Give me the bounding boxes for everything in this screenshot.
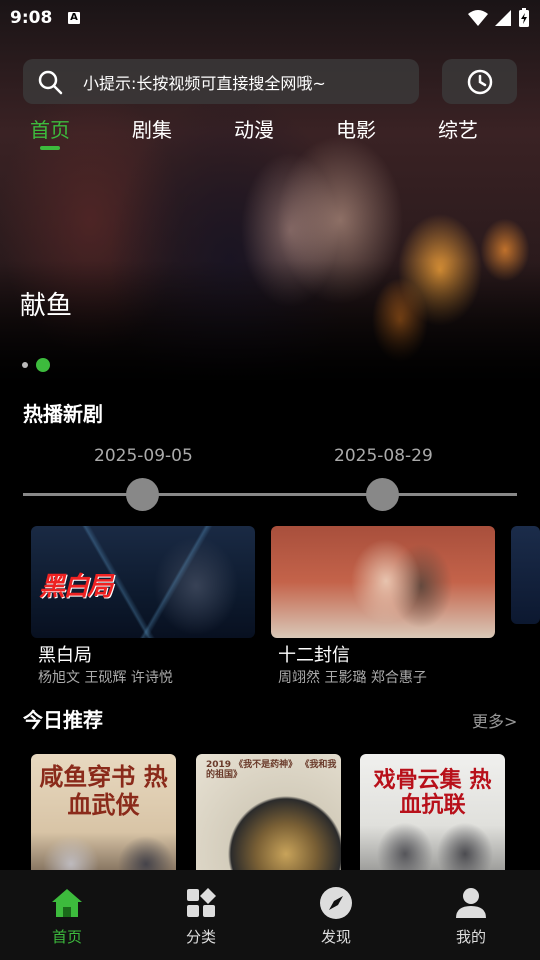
hero-fade-overlay: [0, 260, 540, 380]
timeline-date-2[interactable]: 2025-08-29: [334, 446, 433, 466]
card-title-2[interactable]: 十二封信: [278, 641, 350, 667]
bottom-navigation: 首页 分类 发现 我的: [0, 870, 540, 960]
poster-caption-1: 咸鱼穿书 热血武侠: [39, 763, 168, 819]
tab-home[interactable]: 首页: [30, 114, 70, 143]
battery-icon: [519, 8, 529, 27]
category-tabs: 首页 剧集 动漫 电影 综艺: [0, 114, 540, 154]
card-cast-2: 周翊然 王影璐 郑合惠子: [278, 670, 427, 686]
tab-movies[interactable]: 电影: [336, 114, 376, 143]
nav-home[interactable]: 首页: [17, 870, 117, 960]
nav-category-label: 分类: [185, 928, 216, 946]
poster-twelve-letters[interactable]: [271, 526, 495, 638]
card-cast-1: 杨旭文 王砚辉 许诗悦: [38, 670, 173, 686]
poster-caption-2: 2019 《我不是药神》 《我和我的祖国》: [206, 760, 337, 781]
status-icons: [468, 8, 530, 28]
poster-partial-next[interactable]: [511, 526, 540, 624]
status-bar: 9:08 A: [0, 0, 540, 36]
poster-caption-3: 戏骨云集 热血抗联: [373, 768, 492, 819]
search-bar[interactable]: 小提示:长按视频可直接搜全网哦~: [23, 59, 419, 104]
category-icon: [184, 886, 218, 920]
timeline-track: [23, 493, 517, 496]
signal-icon: [495, 10, 511, 26]
nav-discover[interactable]: 发现: [286, 870, 386, 960]
home-icon: [50, 886, 84, 920]
tab-series[interactable]: 剧集: [132, 114, 172, 143]
hero-banner[interactable]: 献鱼: [0, 0, 540, 380]
today-section-title: 今日推荐: [23, 708, 103, 732]
nav-category[interactable]: 分类: [151, 870, 251, 960]
wifi-icon: [468, 10, 488, 26]
clock-icon: [467, 69, 492, 94]
status-time: 9:08: [10, 8, 53, 28]
search-icon: [38, 70, 63, 94]
search-hint: 小提示:长按视频可直接搜全网哦~: [83, 73, 326, 93]
notification-icon: A: [68, 12, 80, 24]
timeline-date-1[interactable]: 2025-09-05: [94, 446, 193, 466]
nav-profile[interactable]: 我的: [421, 870, 521, 960]
timeline-knob-1[interactable]: [126, 478, 159, 511]
more-link[interactable]: 更多>: [472, 708, 517, 732]
poster-clock[interactable]: 2019 《我不是药神》 《我和我的祖国》: [196, 754, 341, 884]
compass-icon: [319, 886, 353, 920]
poster-war[interactable]: 戏骨云集 热血抗联: [360, 754, 505, 884]
nav-profile-label: 我的: [455, 928, 486, 946]
nav-discover-label: 发现: [320, 928, 351, 946]
active-tab-indicator: [40, 146, 60, 150]
pager-dot-2-active[interactable]: [36, 358, 50, 372]
history-button[interactable]: [442, 59, 517, 104]
tab-variety[interactable]: 综艺: [438, 114, 478, 143]
banner-title[interactable]: 献鱼: [20, 285, 72, 322]
banner-pager-dots: [22, 358, 50, 372]
hot-section-title: 热播新剧: [23, 402, 103, 426]
card-title-1[interactable]: 黑白局: [38, 641, 92, 667]
user-icon: [454, 886, 488, 920]
poster-heibai[interactable]: 黑白局: [31, 526, 255, 638]
poster-logo-text: 黑白局: [39, 572, 113, 602]
timeline-knob-2[interactable]: [366, 478, 399, 511]
pager-dot-1[interactable]: [22, 362, 28, 368]
poster-wuxia[interactable]: 咸鱼穿书 热血武侠: [31, 754, 176, 884]
nav-home-label: 首页: [51, 928, 82, 946]
tab-anime[interactable]: 动漫: [234, 114, 274, 143]
